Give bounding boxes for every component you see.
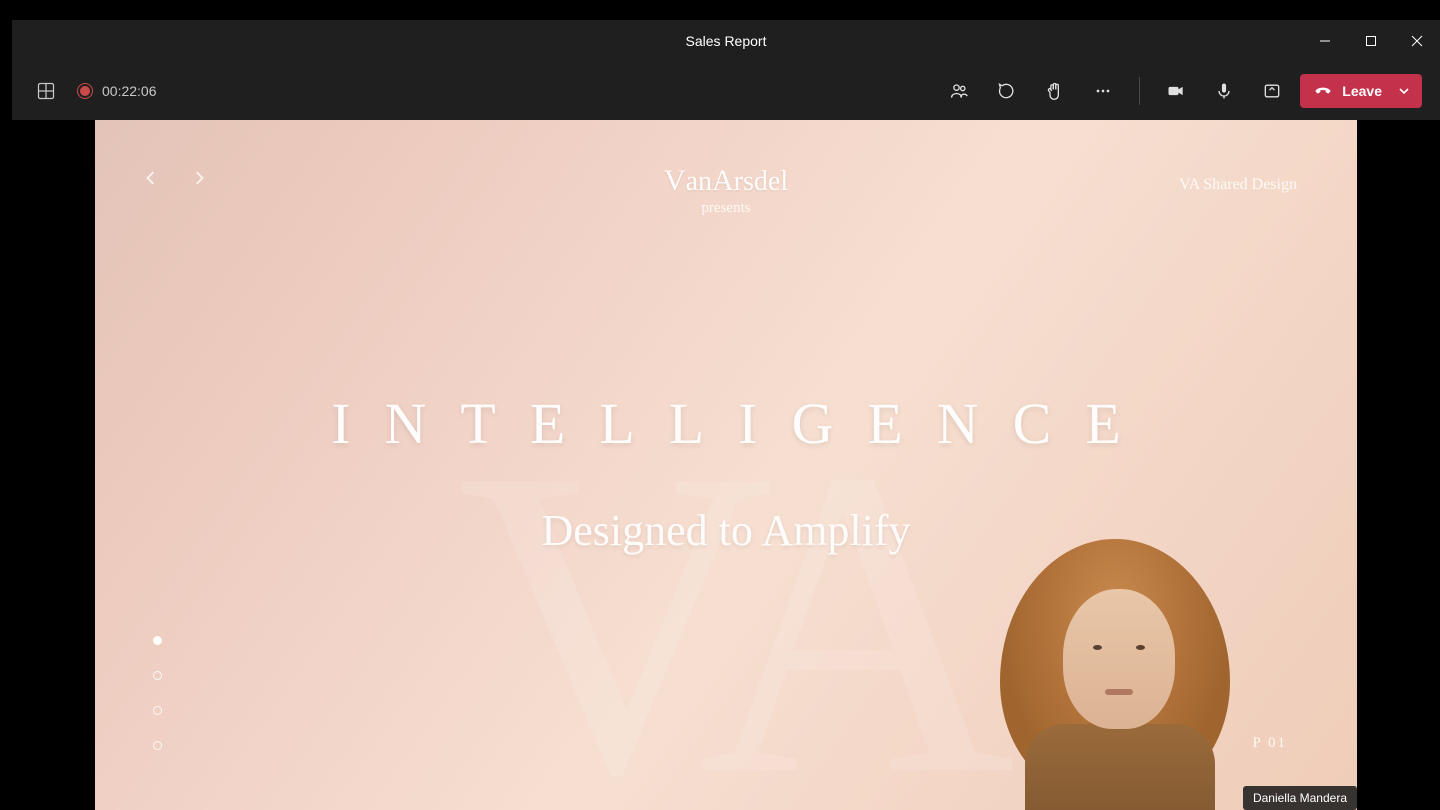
leave-label: Leave	[1342, 83, 1382, 99]
close-button[interactable]	[1394, 20, 1440, 62]
titlebar: Sales Report	[12, 20, 1440, 62]
progress-dot[interactable]	[153, 741, 162, 750]
layout-grid-button[interactable]	[30, 75, 62, 107]
maximize-button[interactable]	[1348, 20, 1394, 62]
recording-indicator: 00:22:06	[78, 83, 157, 99]
leave-button[interactable]: Leave	[1300, 74, 1422, 108]
prev-slide-button[interactable]	[141, 168, 161, 188]
brand-logo: VanArsdel	[664, 164, 788, 198]
slide-progress-dots	[153, 636, 162, 750]
slide-nav	[141, 168, 209, 188]
toolbar-divider	[1139, 77, 1140, 105]
chat-button[interactable]	[987, 71, 1027, 111]
share-button[interactable]	[1252, 71, 1292, 111]
meeting-toolbar: 00:22:06	[12, 62, 1440, 120]
more-actions-button[interactable]	[1083, 71, 1123, 111]
slide-top-right-label: VA Shared Design	[1179, 176, 1297, 194]
chevron-down-icon	[1398, 85, 1410, 97]
progress-dot[interactable]	[153, 671, 162, 680]
hero-title: INTELLIGENCE	[95, 390, 1357, 457]
window-controls	[1302, 20, 1440, 62]
meeting-stage: VA VanArsdel presents VA Shared Design I…	[12, 120, 1440, 810]
camera-button[interactable]	[1156, 71, 1196, 111]
minimize-button[interactable]	[1302, 20, 1348, 62]
hangup-icon	[1314, 82, 1332, 100]
next-slide-button[interactable]	[189, 168, 209, 188]
presenter-name-tag: Daniella Mandera	[1243, 786, 1357, 810]
record-icon	[78, 84, 92, 98]
window-title: Sales Report	[686, 33, 767, 49]
brand-subtext: presents	[664, 200, 788, 217]
progress-dot[interactable]	[153, 636, 162, 645]
raise-hand-button[interactable]	[1035, 71, 1075, 111]
progress-dot[interactable]	[153, 706, 162, 715]
people-button[interactable]	[939, 71, 979, 111]
call-timer: 00:22:06	[102, 83, 157, 99]
brand-block: VanArsdel presents	[664, 164, 788, 217]
meeting-window: Sales Report 00:22:06	[12, 20, 1440, 810]
microphone-button[interactable]	[1204, 71, 1244, 111]
presenter-video	[955, 504, 1285, 810]
shared-slide: VA VanArsdel presents VA Shared Design I…	[95, 120, 1357, 810]
